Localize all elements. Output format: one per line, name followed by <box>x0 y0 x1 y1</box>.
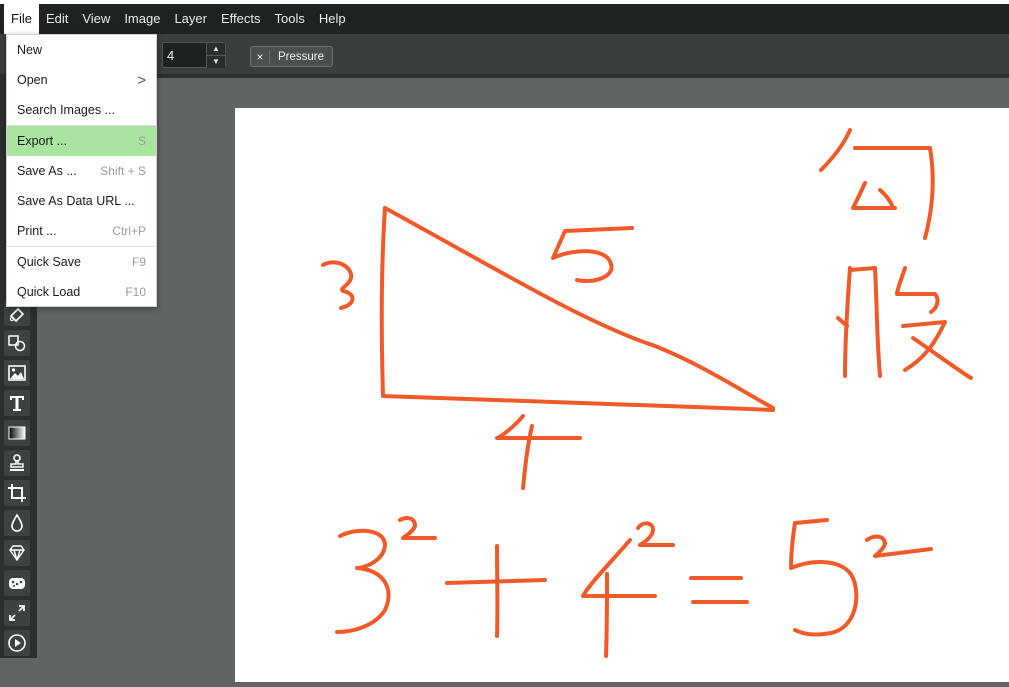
shortcut-label: F10 <box>125 285 146 299</box>
menu-item-new[interactable]: New <box>7 35 156 65</box>
menu-item-quick-save[interactable]: Quick Save F9 <box>7 247 156 277</box>
shortcut-label: Shift + S <box>100 164 146 178</box>
resize-icon[interactable] <box>4 600 30 626</box>
shortcut-label: S <box>137 134 146 148</box>
menu-item-label: Open <box>17 73 48 87</box>
menu-item-save-as[interactable]: Save As ... Shift + S <box>7 156 156 186</box>
file-menu-dropdown: New Open > Search Images ... Export ... … <box>6 34 157 307</box>
text-icon[interactable] <box>4 390 30 416</box>
chevron-right-icon: > <box>137 71 146 89</box>
stepper-up-icon[interactable]: ▲ <box>207 43 225 56</box>
menu-view[interactable]: View <box>75 4 117 34</box>
pressure-toggle[interactable]: × Pressure <box>250 46 333 67</box>
shapes-icon[interactable] <box>4 330 30 356</box>
menu-effects[interactable]: Effects <box>214 4 268 34</box>
menu-item-label: Export ... <box>17 134 68 148</box>
menu-bar: File Edit View Image Layer Effects Tools… <box>0 0 1009 34</box>
menu-item-label: Print ... <box>17 224 57 238</box>
menu-help[interactable]: Help <box>312 4 353 34</box>
stamp-icon[interactable] <box>4 450 30 476</box>
menu-item-label: Search Images ... <box>17 103 115 117</box>
menu-item-print[interactable]: Print ... Ctrl+P <box>7 216 156 246</box>
crop-icon[interactable] <box>4 480 30 506</box>
image-icon[interactable] <box>4 360 30 386</box>
gradient-icon[interactable] <box>4 420 30 446</box>
menu-file[interactable]: File <box>4 4 39 34</box>
close-icon[interactable]: × <box>251 49 270 64</box>
sharpen-icon[interactable] <box>4 540 30 566</box>
stepper-down-icon[interactable]: ▼ <box>207 56 225 68</box>
sponge-icon[interactable] <box>4 570 30 596</box>
menu-item-save-as-data-url[interactable]: Save As Data URL ... <box>7 186 156 216</box>
menu-item-label: Quick Load <box>17 285 81 299</box>
menu-item-export[interactable]: Export ... S <box>7 126 156 156</box>
menu-layer[interactable]: Layer <box>167 4 214 34</box>
menu-item-label: Save As Data URL ... <box>17 194 135 208</box>
menu-item-label: Save As ... <box>17 164 77 178</box>
play-icon[interactable] <box>4 630 30 656</box>
handwriting-drawing <box>321 128 973 658</box>
menu-item-open[interactable]: Open > <box>7 65 156 95</box>
pressure-label: Pressure <box>278 50 325 63</box>
menu-item-search-images[interactable]: Search Images ... <box>7 95 156 125</box>
menu-image[interactable]: Image <box>117 4 167 34</box>
stepper-buttons: ▲ ▼ <box>206 43 225 68</box>
menu-item-label: New <box>17 43 43 57</box>
menu-item-quick-load[interactable]: Quick Load F10 <box>7 277 156 307</box>
shortcut-label: Ctrl+P <box>112 224 146 238</box>
drawing-canvas[interactable] <box>235 108 1009 682</box>
brush-size-stepper: ▲ ▼ <box>162 42 226 68</box>
menu-edit[interactable]: Edit <box>39 4 75 34</box>
brush-size-input[interactable] <box>163 43 207 67</box>
blur-drop-icon[interactable] <box>4 510 30 536</box>
menu-item-label: Quick Save <box>17 255 81 269</box>
shortcut-label: F9 <box>131 255 146 269</box>
menu-tools[interactable]: Tools <box>268 4 312 34</box>
